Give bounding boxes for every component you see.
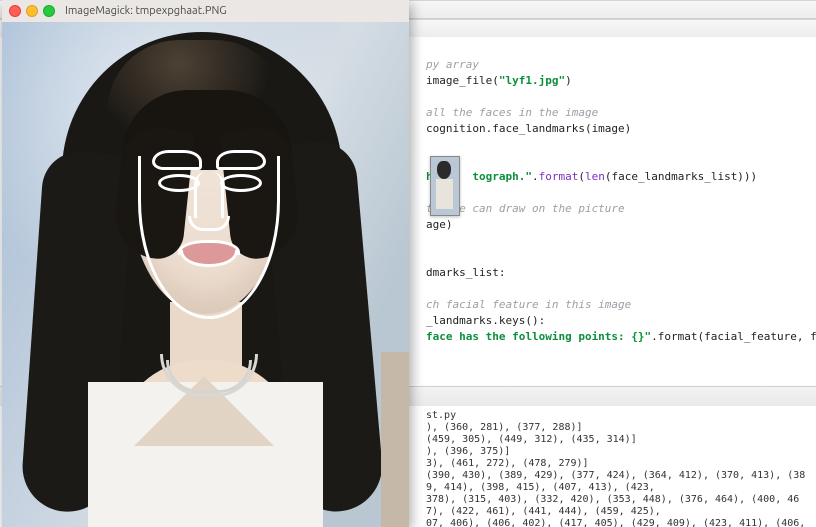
close-icon[interactable] [9,5,21,17]
window-controls [9,5,55,17]
landmark-right-eyebrow [216,150,266,170]
console-line: 3), (461, 272), (478, 279)] [426,458,589,469]
landmark-nose-bridge [194,172,224,218]
landmark-right-eye [220,174,262,192]
console-line: 07, 406), (406, 402), (417, 405), (429, … [426,518,811,527]
console-output[interactable]: st.py ), (360, 281), (377, 288)] (459, 3… [420,406,816,527]
code-line: age) [426,218,453,231]
console-line: ), (396, 375)] [426,446,510,457]
minimize-icon[interactable] [26,5,38,17]
code-line: hi tograph.".format(len(face_landmarks_l… [426,170,757,183]
code-comment: ch facial feature in this image [426,298,631,311]
landmark-left-eyebrow [152,150,202,170]
code-line: _landmarks.keys(): [426,314,545,327]
image-preview-tooltip [430,156,460,216]
window-title: ImageMagick: tmpexpghaat.PNG [65,5,227,17]
maximize-icon[interactable] [43,5,55,17]
code-editor[interactable]: py array image_file("lyf1.jpg") all the … [420,37,816,383]
console-line: 378), (315, 403), (332, 420), (353, 448)… [426,494,799,517]
code-line: image_file("lyf1.jpg") [426,74,572,87]
code-content: py array image_file("lyf1.jpg") all the … [420,37,816,383]
portrait-dress [88,382,323,527]
window-titlebar[interactable]: ImageMagick: tmpexpghaat.PNG [2,0,409,23]
console-line: (459, 305), (449, 312), (435, 314)] [426,434,637,445]
console-filename: st.py [426,410,456,421]
console-line: (390, 430), (389, 429), (377, 424), (364… [426,470,805,493]
landmark-lips [178,240,234,264]
code-comment: all the faces in the image [426,106,598,119]
portrait-other-person [381,352,409,527]
photo-canvas [2,22,409,527]
image-viewer-window[interactable]: ImageMagick: tmpexpghaat.PNG [2,0,409,527]
code-line: face has the following points: {}".forma… [426,330,816,343]
code-comment: py array [426,58,479,71]
console-line: ), (360, 281), (377, 288)] [426,422,583,433]
code-line: cognition.face_landmarks(image) [426,122,631,135]
code-line: dmarks_list: [426,266,505,279]
